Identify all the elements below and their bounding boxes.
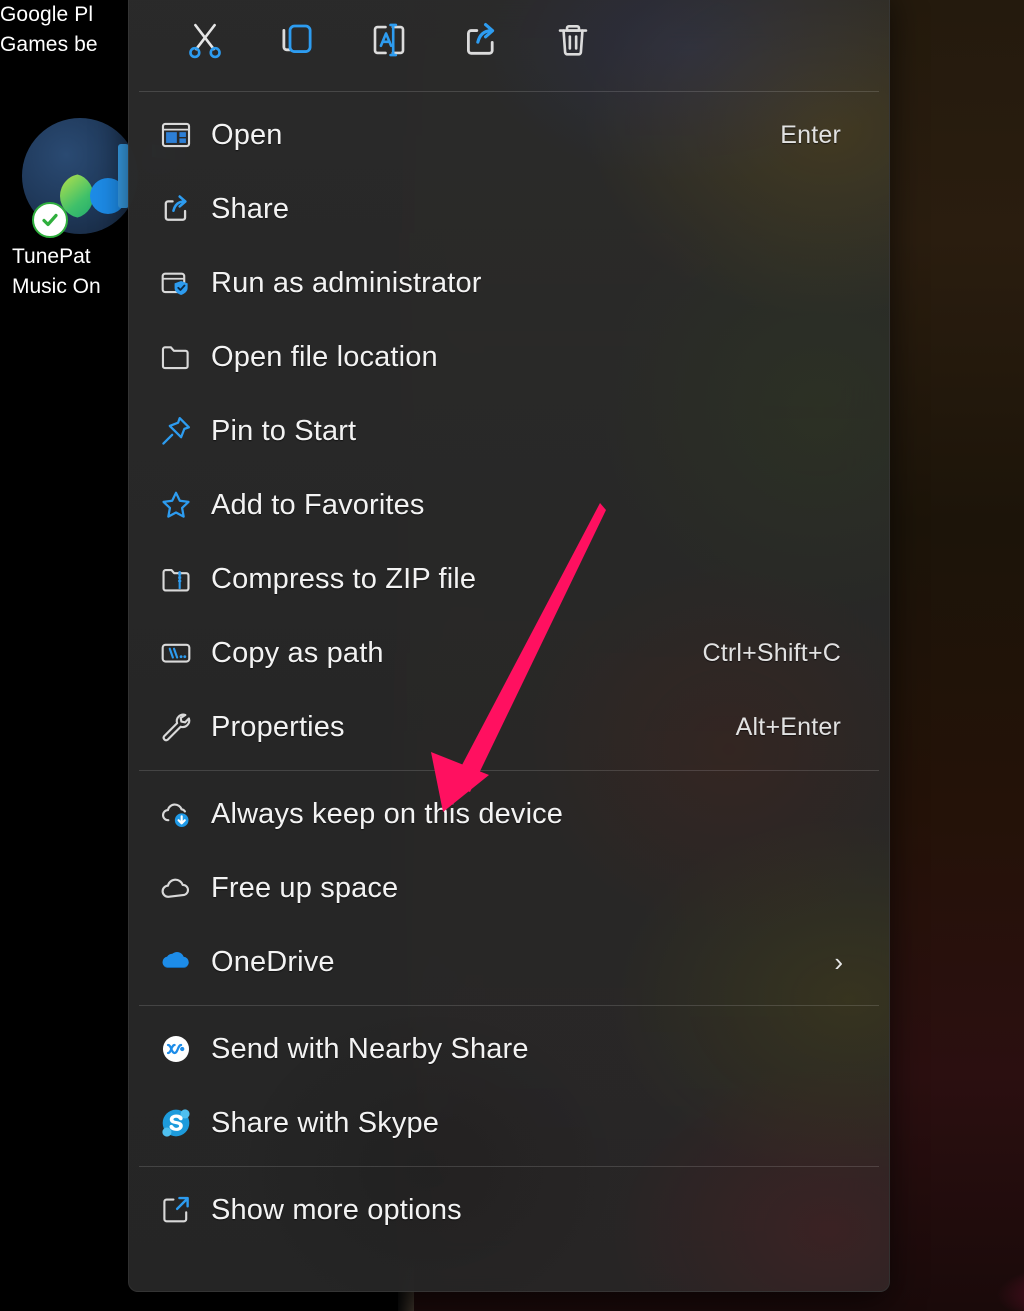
menu-item-always-keep-on-this-device[interactable]: Always keep on this device — [129, 777, 889, 851]
share-icon — [460, 19, 502, 61]
menu-item-run-as-administrator[interactable]: Run as administrator — [129, 246, 889, 320]
menu-item-label: Share — [211, 193, 290, 225]
menu-item-label: Run as administrator — [211, 267, 482, 299]
menu-item-label: Compress to ZIP file — [211, 563, 477, 595]
menu-item-label: Properties — [211, 711, 345, 743]
copy-icon — [276, 19, 318, 61]
menu-item-label: Pin to Start — [211, 415, 357, 447]
menu-group-onedrive: Always keep on this device Free up space… — [129, 771, 889, 1005]
menu-item-open[interactable]: Open Enter — [129, 98, 889, 172]
menu-group-sharing: Send with Nearby Share Share with Skype — [129, 1006, 889, 1166]
menu-item-label: OneDrive — [211, 946, 335, 978]
delete-icon — [552, 19, 594, 61]
menu-item-show-more-options[interactable]: Show more options — [129, 1173, 889, 1247]
menu-item-accelerator: Enter — [780, 120, 841, 149]
menu-item-open-file-location[interactable]: Open file location — [129, 320, 889, 394]
cloud-download-icon — [159, 797, 211, 831]
zip-icon — [159, 562, 211, 596]
menu-item-copy-as-path[interactable]: Copy as path Ctrl+Shift+C — [129, 616, 889, 690]
menu-item-add-to-favorites[interactable]: Add to Favorites — [129, 468, 889, 542]
menu-item-accelerator: Alt+Enter — [735, 712, 841, 741]
menu-item-label: Always keep on this device — [211, 798, 564, 830]
menu-item-label: Send with Nearby Share — [211, 1033, 529, 1065]
menu-item-accelerator: Ctrl+Shift+C — [702, 638, 841, 667]
chevron-right-icon: › — [834, 947, 843, 977]
skype-icon — [159, 1106, 211, 1140]
copy-button[interactable] — [251, 6, 343, 74]
menu-item-label: Copy as path — [211, 637, 384, 669]
menu-group-file-actions: Open Enter Share Run as administrator Op… — [129, 92, 889, 770]
star-icon — [159, 488, 211, 522]
context-menu-toolbar[interactable] — [129, 0, 889, 91]
menu-item-label: Show more options — [211, 1194, 462, 1226]
menu-item-send-with-nearby-share[interactable]: Send with Nearby Share — [129, 1012, 889, 1086]
cut-icon — [184, 19, 226, 61]
menu-item-share[interactable]: Share — [129, 172, 889, 246]
menu-item-label: Open file location — [211, 341, 438, 373]
copy-path-icon — [159, 636, 211, 670]
share-button[interactable] — [435, 6, 527, 74]
cloud-icon — [159, 871, 211, 905]
delete-button[interactable] — [527, 6, 619, 74]
menu-item-onedrive[interactable]: OneDrive › — [129, 925, 889, 999]
shield-admin-icon — [159, 266, 211, 300]
folder-icon — [159, 340, 211, 374]
sync-ok-check-icon — [32, 202, 68, 238]
menu-item-pin-to-start[interactable]: Pin to Start — [129, 394, 889, 468]
menu-item-label: Free up space — [211, 872, 399, 904]
menu-item-label: Add to Favorites — [211, 489, 425, 521]
menu-item-label: Open — [211, 119, 283, 151]
rename-button[interactable] — [343, 6, 435, 74]
context-menu[interactable]: Open Enter Share Run as administrator Op… — [128, 0, 890, 1292]
menu-item-free-up-space[interactable]: Free up space — [129, 851, 889, 925]
share-icon — [159, 192, 211, 226]
menu-group-show-more: Show more options — [129, 1167, 889, 1253]
rename-icon — [368, 19, 410, 61]
nearby-share-icon — [159, 1032, 211, 1066]
menu-item-properties[interactable]: Properties Alt+Enter — [129, 690, 889, 764]
onedrive-icon — [159, 945, 211, 979]
menu-item-compress-to-zip[interactable]: Compress to ZIP file — [129, 542, 889, 616]
open-window-icon — [159, 118, 211, 152]
menu-item-label: Share with Skype — [211, 1107, 440, 1139]
pin-icon — [159, 414, 211, 448]
menu-item-share-with-skype[interactable]: Share with Skype — [129, 1086, 889, 1160]
show-more-icon — [159, 1193, 211, 1227]
wrench-icon — [159, 710, 211, 744]
cut-button[interactable] — [159, 6, 251, 74]
